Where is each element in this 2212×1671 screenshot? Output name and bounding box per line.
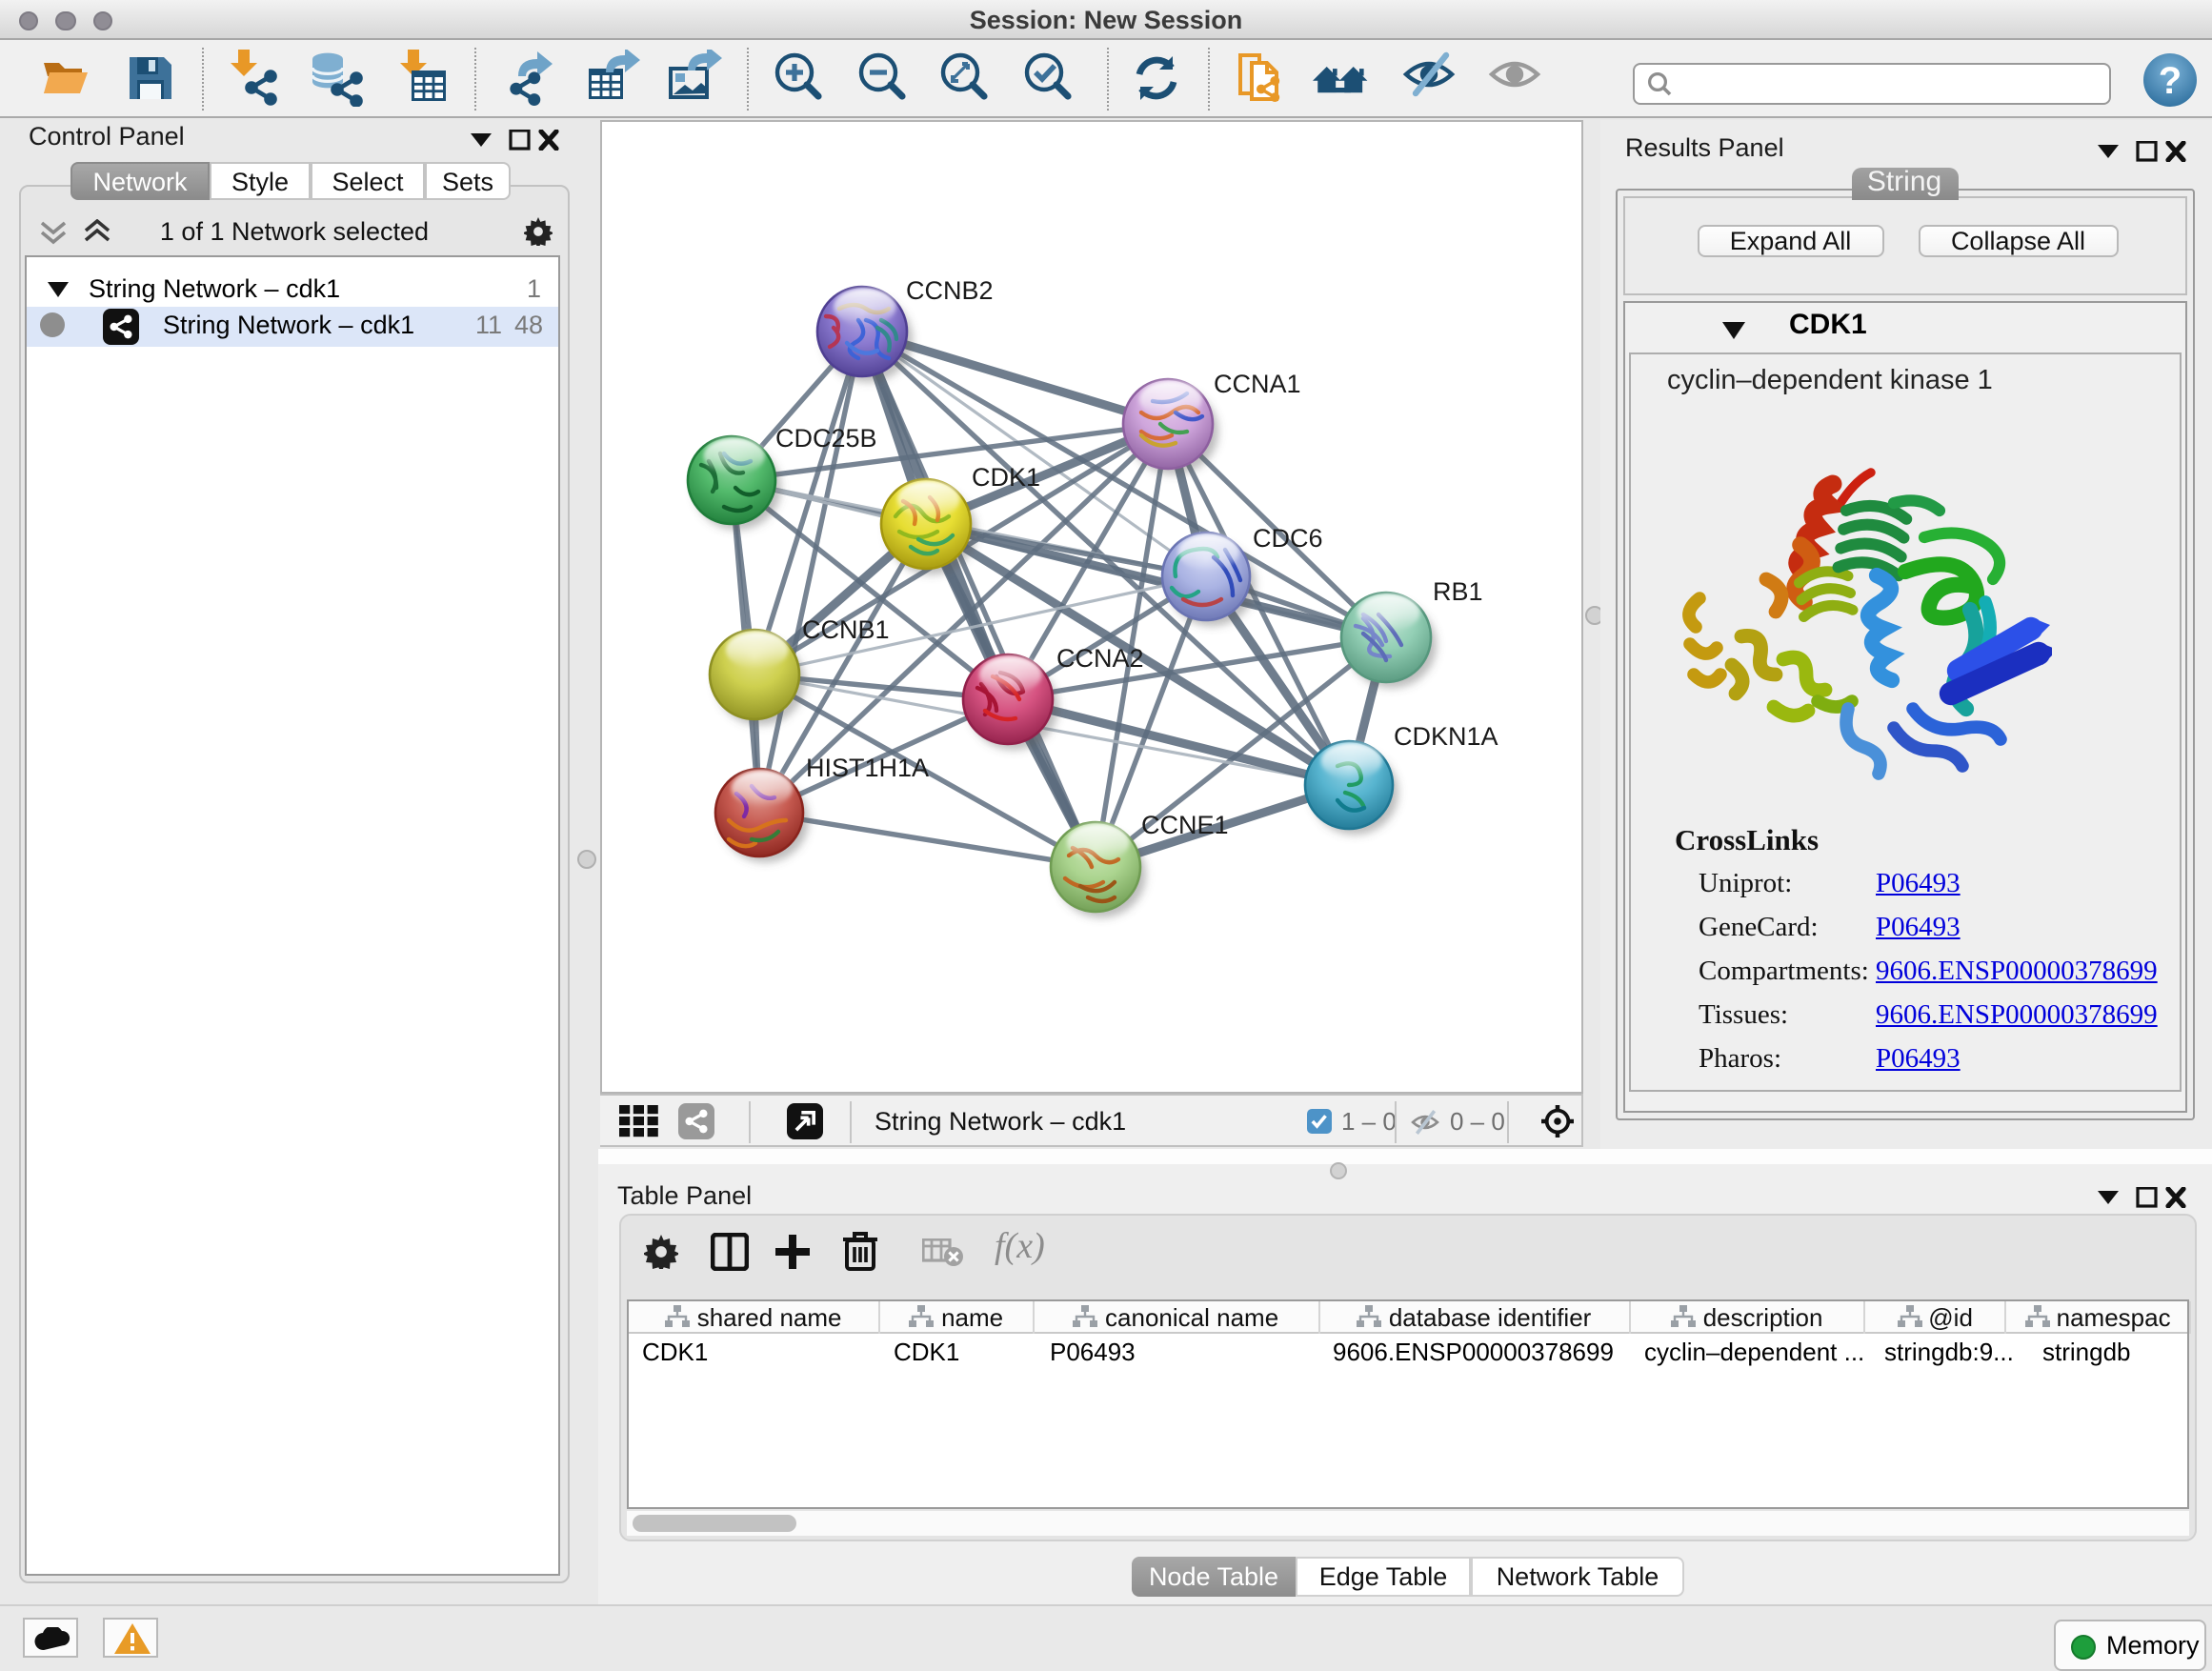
svg-text:CDC6: CDC6 [1253, 523, 1323, 552]
svg-text:CDC25B: CDC25B [775, 423, 877, 452]
svg-text:CCNA2: CCNA2 [1056, 643, 1144, 672]
svg-text:RB1: RB1 [1433, 576, 1483, 605]
svg-text:CCNB2: CCNB2 [906, 275, 994, 304]
svg-text:CDK1: CDK1 [972, 462, 1040, 491]
svg-text:CCNE1: CCNE1 [1141, 810, 1229, 838]
svg-text:CCNA1: CCNA1 [1214, 369, 1301, 397]
svg-text:HIST1H1A: HIST1H1A [806, 753, 929, 781]
svg-text:CCNB1: CCNB1 [802, 614, 890, 643]
svg-text:?: ? [2159, 59, 2182, 101]
svg-text:CDKN1A: CDKN1A [1394, 721, 1498, 750]
